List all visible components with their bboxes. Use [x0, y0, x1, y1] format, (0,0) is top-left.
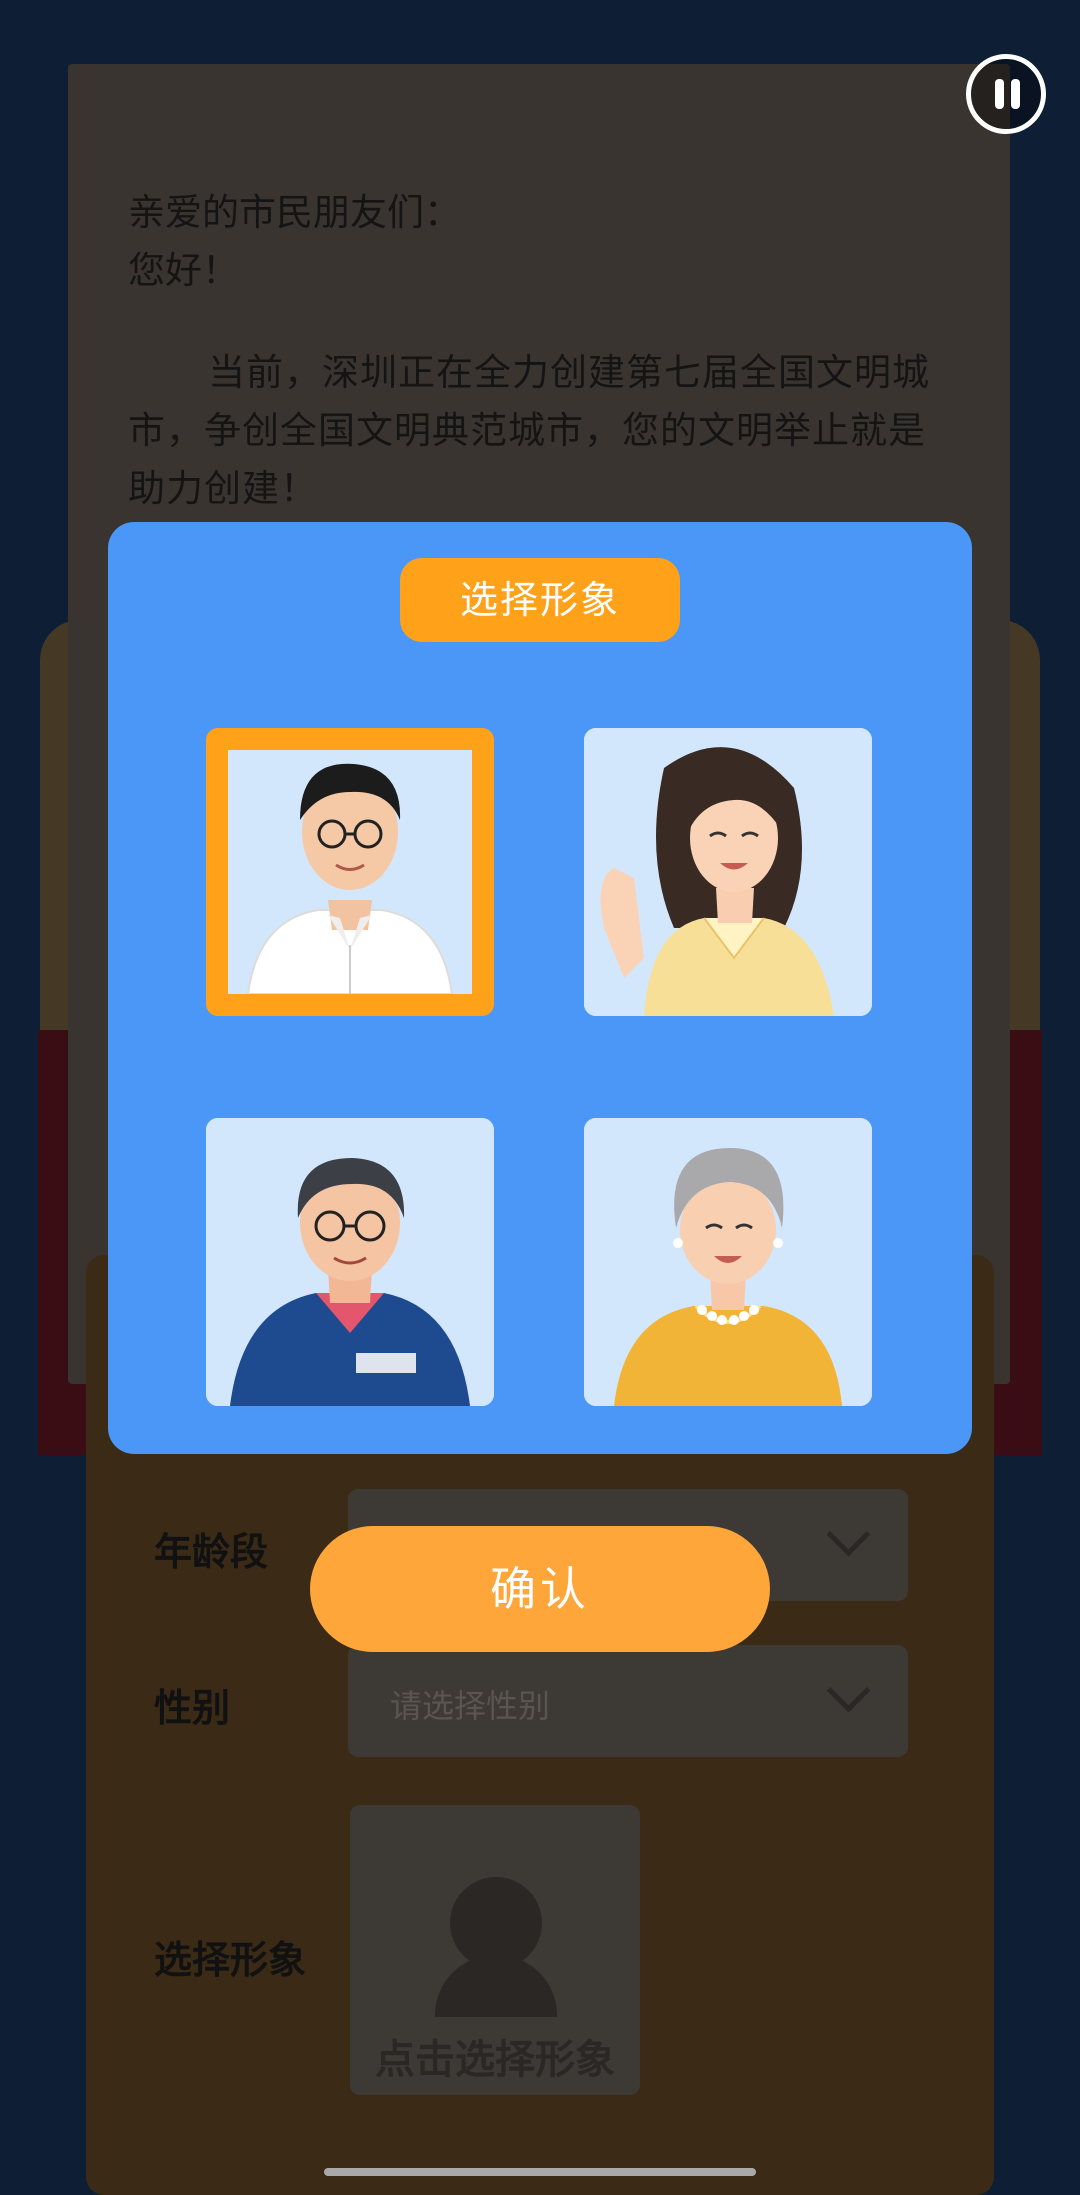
chevron-down-icon — [826, 1668, 871, 1713]
elderly-woman-avatar-image — [584, 1118, 872, 1406]
chevron-down-icon — [826, 1512, 871, 1557]
pause-button[interactable] — [966, 54, 1046, 134]
modal-title: 选择形象 — [400, 558, 680, 642]
letter-salutation: 亲爱的市民朋友们： — [128, 191, 461, 234]
avatar-option-elderly-man[interactable] — [206, 1118, 494, 1406]
avatar-option-young-woman[interactable] — [584, 728, 872, 1016]
avatar-select-modal: 选择形象 — [108, 522, 972, 1454]
avatar-option-elderly-woman[interactable] — [584, 1118, 872, 1406]
gender-select-placeholder: 请选择性别 — [390, 1687, 551, 1725]
young-woman-avatar-image — [584, 728, 872, 1016]
avatar-picker[interactable]: 点击选择形象 — [350, 1805, 640, 2095]
avatar-picker-text: 点击选择形象 — [375, 2037, 615, 2083]
home-indicator — [324, 2168, 756, 2176]
avatar-label: 选择形象 — [154, 1938, 307, 1982]
confirm-button[interactable]: 确认 — [310, 1526, 770, 1652]
letter-hello: 您好！ — [128, 249, 239, 292]
gender-label: 性别 — [154, 1686, 231, 1730]
avatar-option-young-man[interactable] — [206, 728, 494, 1016]
letter-body: 当前，深圳正在全力创建第七届全国文明城市，争创全国文明典范城市，您的文明举止就是… — [128, 351, 930, 510]
age-label: 年龄段 — [154, 1530, 269, 1574]
person-silhouette-shoulders — [435, 1955, 557, 2017]
young-man-avatar-image — [228, 750, 472, 994]
elderly-man-avatar-image — [206, 1118, 494, 1406]
letter-greeting: 亲爱的市民朋友们： 您好！ — [128, 184, 461, 300]
gender-select[interactable]: 请选择性别 — [348, 1645, 908, 1757]
